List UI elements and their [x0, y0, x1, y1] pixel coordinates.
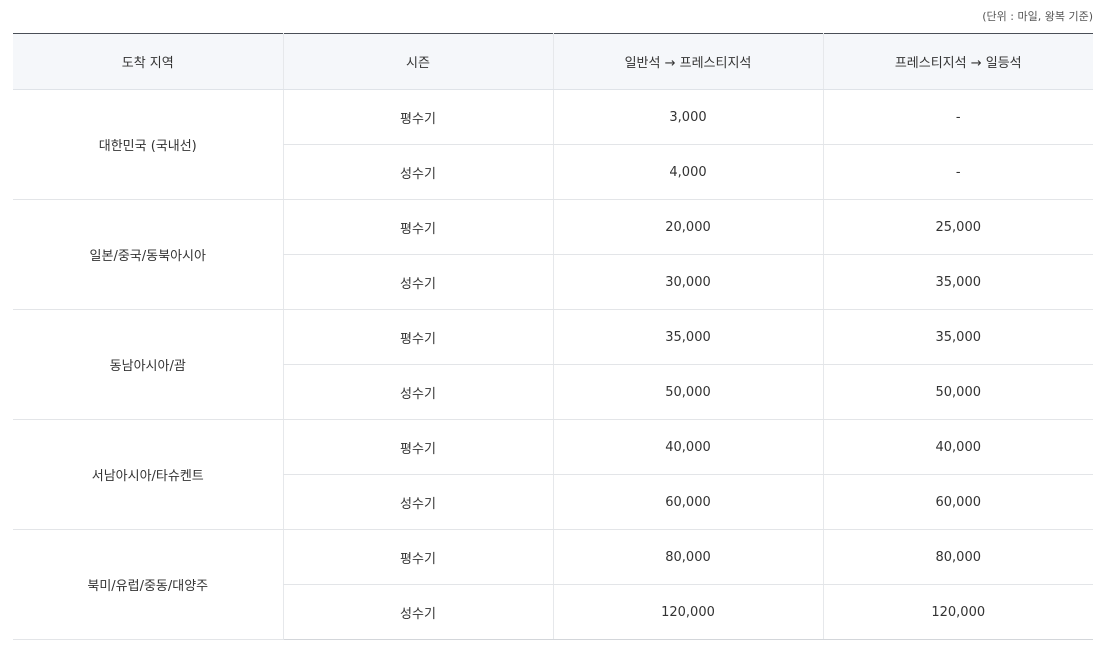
season-cell: 성수기: [282, 584, 553, 640]
season-cell: 평수기: [282, 419, 553, 475]
economy-to-prestige-cell: 3,000: [552, 89, 823, 145]
region-cell: 동남아시아/괌: [13, 309, 283, 420]
table-row: 서남아시아/타슈켄트 평수기 40,000 40,000: [13, 419, 1093, 530]
header-season: 시즌: [282, 33, 553, 90]
table-body: 대한민국 (국내선) 평수기 3,000 - 성수기 4,000 - 일본/중국…: [13, 89, 1093, 640]
prestige-to-first-cell: -: [822, 89, 1093, 145]
region-cell: 서남아시아/타슈켄트: [13, 419, 283, 530]
economy-to-prestige-cell: 35,000: [552, 309, 823, 365]
header-economy-to-prestige: 일반석 → 프레스티지석: [552, 33, 823, 90]
economy-to-prestige-cell: 20,000: [552, 199, 823, 255]
prestige-to-first-cell: 25,000: [822, 199, 1093, 255]
prestige-to-first-cell: 50,000: [822, 364, 1093, 420]
region-cell: 북미/유럽/중동/대양주: [13, 529, 283, 640]
mileage-upgrade-table: 도착 지역 시즌 일반석 → 프레스티지석 프레스티지석 → 일등석 대한민국 …: [13, 33, 1093, 640]
season-cell: 평수기: [282, 529, 553, 585]
prestige-to-first-cell: 120,000: [822, 584, 1093, 640]
season-cell: 성수기: [282, 474, 553, 530]
header-region: 도착 지역: [13, 33, 283, 90]
header-row: 도착 지역 시즌 일반석 → 프레스티지석 프레스티지석 → 일등석: [13, 33, 1093, 90]
economy-to-prestige-cell: 50,000: [552, 364, 823, 420]
prestige-to-first-cell: 40,000: [822, 419, 1093, 475]
unit-note: (단위 : 마일, 왕복 기준): [982, 10, 1093, 23]
region-cell: 일본/중국/동북아시아: [13, 199, 283, 310]
season-cell: 평수기: [282, 89, 553, 145]
economy-to-prestige-cell: 30,000: [552, 254, 823, 310]
table-header: 도착 지역 시즌 일반석 → 프레스티지석 프레스티지석 → 일등석: [13, 33, 1093, 90]
economy-to-prestige-cell: 80,000: [552, 529, 823, 585]
region-cell: 대한민국 (국내선): [13, 89, 283, 200]
season-cell: 평수기: [282, 199, 553, 255]
economy-to-prestige-cell: 60,000: [552, 474, 823, 530]
prestige-to-first-cell: 35,000: [822, 309, 1093, 365]
table-row: 대한민국 (국내선) 평수기 3,000 -: [13, 89, 1093, 200]
season-cell: 성수기: [282, 144, 553, 200]
table-row: 북미/유럽/중동/대양주 평수기 80,000 80,000: [13, 529, 1093, 640]
season-cell: 성수기: [282, 364, 553, 420]
economy-to-prestige-cell: 4,000: [552, 144, 823, 200]
prestige-to-first-cell: 80,000: [822, 529, 1093, 585]
economy-to-prestige-cell: 40,000: [552, 419, 823, 475]
header-prestige-to-first: 프레스티지석 → 일등석: [822, 33, 1093, 90]
prestige-to-first-cell: 60,000: [822, 474, 1093, 530]
table-row: 일본/중국/동북아시아 평수기 20,000 25,000: [13, 199, 1093, 310]
mileage-table: 도착 지역 시즌 일반석 → 프레스티지석 프레스티지석 → 일등석 대한민국 …: [13, 33, 1093, 640]
economy-to-prestige-cell: 120,000: [552, 584, 823, 640]
season-cell: 성수기: [282, 254, 553, 310]
prestige-to-first-cell: 35,000: [822, 254, 1093, 310]
table-row: 동남아시아/괌 평수기 35,000 35,000: [13, 309, 1093, 420]
season-cell: 평수기: [282, 309, 553, 365]
prestige-to-first-cell: -: [822, 144, 1093, 200]
